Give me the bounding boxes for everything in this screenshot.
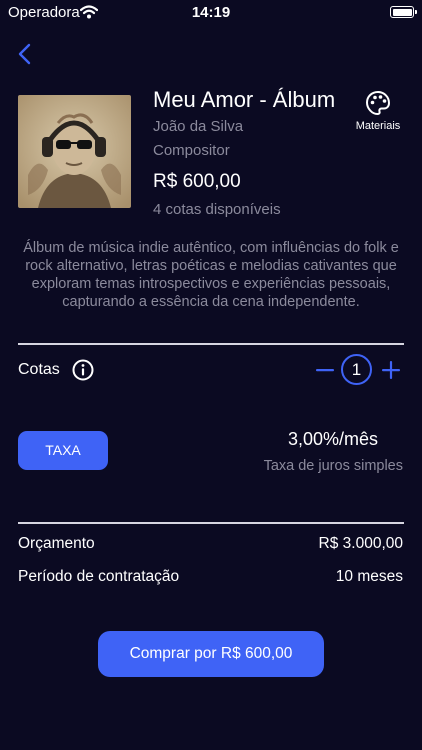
info-icon[interactable] [72, 359, 94, 381]
interest-rate-description: Taxa de juros simples [263, 458, 403, 474]
materials-button[interactable]: Materiais [348, 90, 408, 132]
period-label: Período de contratação [18, 568, 180, 585]
divider [18, 522, 404, 524]
battery-icon [390, 6, 417, 18]
increment-button[interactable] [380, 358, 402, 382]
back-chevron-icon[interactable] [14, 42, 38, 66]
budget-label: Orçamento [18, 535, 95, 552]
divider [18, 343, 404, 345]
artist-role: Compositor [153, 142, 230, 159]
budget-value: R$ 3.000,00 [318, 535, 403, 552]
taxa-button[interactable]: TAXA [18, 431, 108, 470]
quantity-value: 1 [341, 354, 372, 385]
quotas-available: 4 cotas disponíveis [153, 201, 281, 218]
palette-icon [365, 90, 391, 116]
album-cover-image [18, 95, 131, 208]
clock: 14:19 [191, 4, 231, 21]
artist-name: João da Silva [153, 118, 244, 135]
period-value: 10 meses [335, 568, 403, 585]
materials-label: Materiais [355, 120, 401, 132]
status-bar: Operadora 14:19 [0, 0, 422, 26]
album-title: Meu Amor - Álbum [153, 87, 336, 112]
price: R$ 600,00 [153, 171, 241, 192]
album-description: Álbum de música indie autêntico, com inf… [23, 240, 399, 310]
decrement-button[interactable] [314, 358, 336, 382]
interest-rate: 3,00%/mês [287, 429, 378, 449]
buy-button[interactable]: Comprar por R$ 600,00 [98, 631, 324, 677]
cotas-label: Cotas [18, 361, 60, 378]
